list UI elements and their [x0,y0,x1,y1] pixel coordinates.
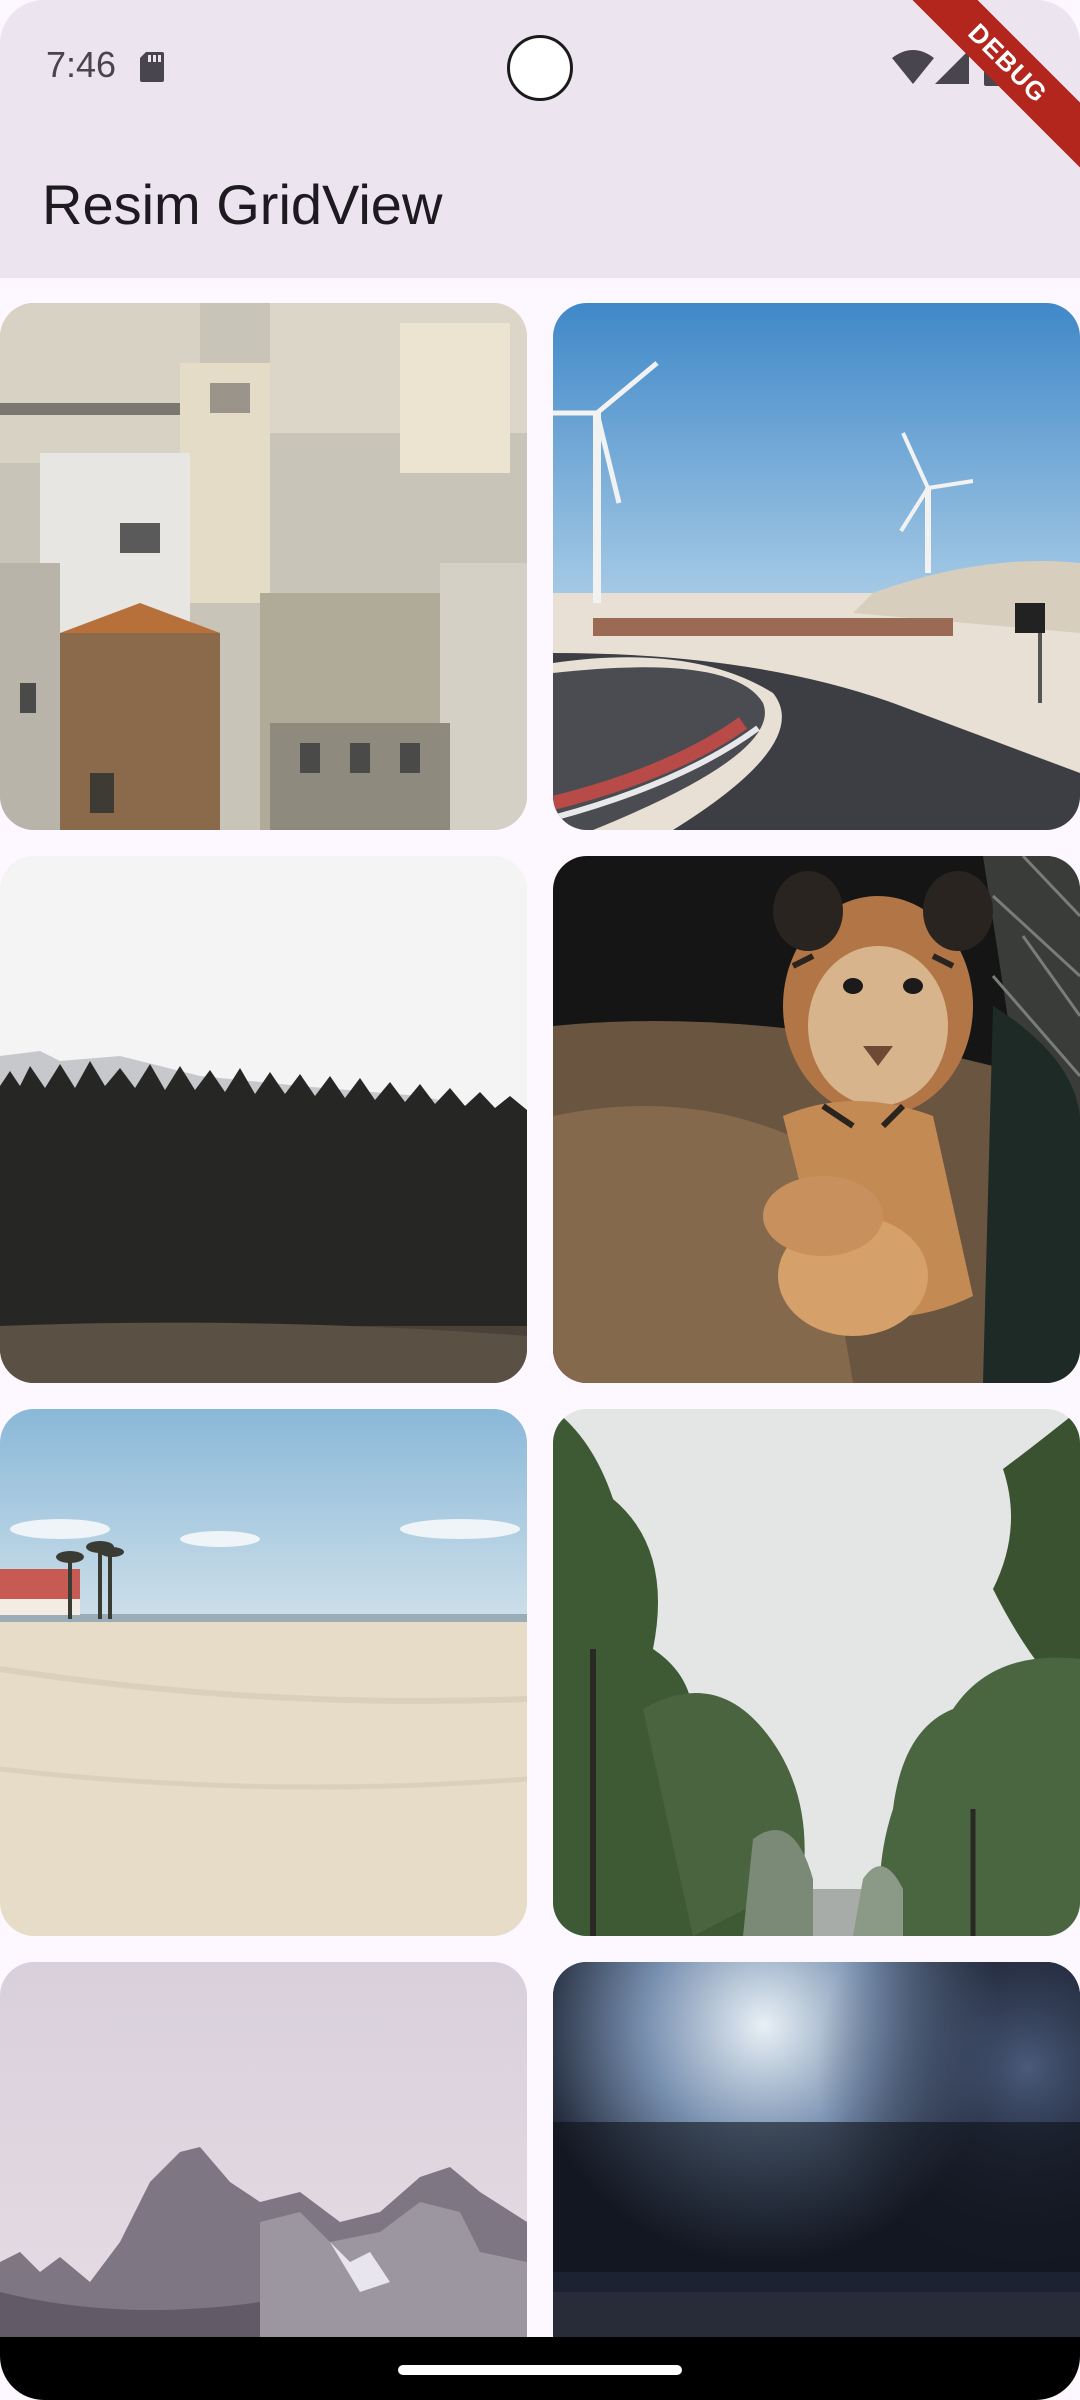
camera-cutout [507,35,573,101]
mountain-peaks-image[interactable] [0,1962,527,2337]
wind-turbines-road-image[interactable] [553,303,1080,830]
cell-signal-icon [935,50,969,84]
app-title: Resim GridView [42,173,443,236]
image-grid[interactable] [0,303,1080,2337]
city-houses-image[interactable] [0,303,527,830]
wifi-icon [892,50,934,84]
status-time: 7:46 [46,44,117,85]
blurry-light-image[interactable] [553,1962,1080,2337]
app-bar: Resim GridView [0,128,1080,278]
sandy-beach-image[interactable] [0,1409,527,1936]
phone-screen: 7:46 DEBUG Resim GridView [0,0,1080,2400]
tiger-cub-image[interactable] [553,856,1080,1383]
navigation-bar [0,2337,1080,2400]
pine-forest-image[interactable] [0,856,527,1383]
foggy-trees-image[interactable] [553,1409,1080,1936]
sd-card-icon [140,52,164,82]
gesture-handle[interactable] [398,2365,682,2375]
status-bar: 7:46 [0,0,1080,128]
